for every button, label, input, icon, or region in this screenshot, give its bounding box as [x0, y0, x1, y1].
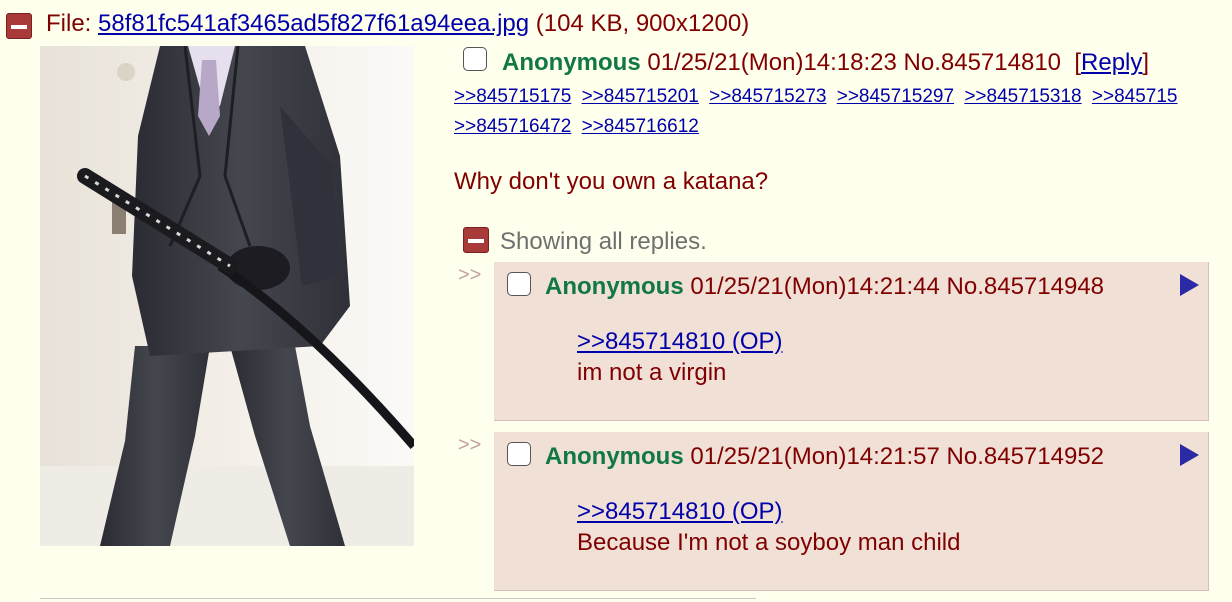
reply-post: Anonymous 01/25/21(Mon)14:21:44 No.84571… — [494, 262, 1209, 421]
reply-message: Because I'm not a soyboy man child — [577, 529, 961, 556]
reply-post-info: Anonymous 01/25/21(Mon)14:21:44 No.84571… — [545, 273, 1104, 301]
reply-datetime: 01/25/21(Mon)14:21:57 — [690, 443, 940, 470]
backlink[interactable]: >>845715175 — [454, 86, 571, 107]
backlinks: >>845715175 >>845715201 >>845715273 >>84… — [454, 82, 1232, 142]
backlinks-row-2: >>845716472 >>845716612 — [454, 112, 1232, 142]
op-datetime: 01/25/21(Mon)14:18:23 — [647, 49, 897, 76]
hide-thread-icon[interactable] — [6, 13, 32, 39]
hide-replies-icon[interactable] — [463, 227, 489, 253]
reply-select-checkbox[interactable] — [507, 272, 531, 296]
expand-triangle-icon[interactable] — [1180, 274, 1199, 296]
op-image[interactable] — [40, 46, 414, 546]
quote-link[interactable]: >>845714810 (OP) — [577, 498, 783, 526]
file-label: File: — [46, 10, 99, 37]
backlink[interactable]: >>845716612 — [582, 116, 699, 137]
reply-datetime: 01/25/21(Mon)14:21:44 — [690, 273, 940, 300]
op-post-number[interactable]: No.845714810 — [904, 49, 1061, 76]
backlinks-row-1: >>845715175 >>845715201 >>845715273 >>84… — [454, 82, 1232, 112]
quote-link[interactable]: >>845714810 (OP) — [577, 328, 783, 356]
file-link[interactable]: 58f81fc541af3465ad5f827f61a94eea.jpg — [98, 10, 529, 37]
reply-post: Anonymous 01/25/21(Mon)14:21:57 No.84571… — [494, 432, 1209, 591]
reply-select-checkbox[interactable] — [507, 442, 531, 466]
op-select-checkbox[interactable] — [463, 47, 487, 71]
showing-replies-label: Showing all replies. — [500, 228, 707, 255]
reply-arrow: >> — [458, 434, 482, 456]
expand-triangle-icon[interactable] — [1180, 444, 1199, 466]
op-message: Why don't you own a katana? — [454, 168, 769, 195]
backlink[interactable]: >>845715318 — [964, 86, 1081, 107]
reply-name: Anonymous — [545, 273, 684, 300]
divider — [40, 598, 756, 599]
reply-post-number[interactable]: No.845714948 — [947, 273, 1104, 300]
op-post-info: Anonymous 01/25/21(Mon)14:18:23 No.84571… — [502, 49, 1149, 77]
reply-link[interactable]: Reply — [1081, 49, 1142, 76]
backlink[interactable]: >>845715 — [1092, 86, 1178, 107]
reply-message: im not a virgin — [577, 359, 727, 386]
backlink[interactable]: >>845715273 — [709, 86, 826, 107]
reply-post-info: Anonymous 01/25/21(Mon)14:21:57 No.84571… — [545, 443, 1104, 471]
reply-bracket-close: ] — [1142, 49, 1150, 76]
reply-arrow: >> — [458, 264, 482, 286]
file-info: File: 58f81fc541af3465ad5f827f61a94eea.j… — [46, 10, 749, 38]
backlink[interactable]: >>845716472 — [454, 116, 571, 137]
reply-name: Anonymous — [545, 443, 684, 470]
reply-post-number[interactable]: No.845714952 — [947, 443, 1104, 470]
op-name: Anonymous — [502, 49, 641, 76]
backlink[interactable]: >>845715201 — [582, 86, 699, 107]
file-meta: (104 KB, 900x1200) — [529, 10, 750, 37]
backlink[interactable]: >>845715297 — [837, 86, 954, 107]
